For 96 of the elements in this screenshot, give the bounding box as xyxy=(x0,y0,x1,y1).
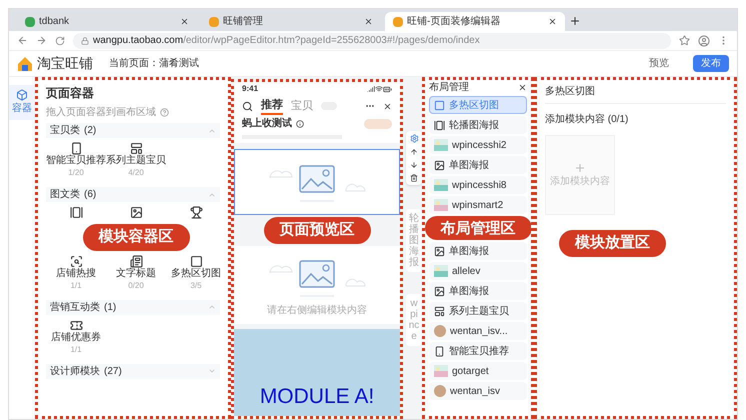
browser-tab[interactable]: 旺铺-页面装修编辑器 xyxy=(385,12,565,31)
panel-title: 页面容器 xyxy=(46,85,95,102)
logo-icon xyxy=(17,56,33,72)
panel-title: 多热区切图 xyxy=(545,80,726,104)
module-card[interactable] xyxy=(234,149,400,215)
status-time: 9:41 xyxy=(242,83,260,95)
layout-item[interactable]: wpinsmart2 xyxy=(429,196,527,214)
module-hint: 请在右侧编辑模块内容 xyxy=(267,304,367,318)
frame-icon xyxy=(130,142,142,155)
layout-item[interactable]: 智能宝贝推荐 xyxy=(429,342,527,360)
image-icon xyxy=(434,286,445,296)
avatar-icon xyxy=(434,385,446,397)
back-icon[interactable] xyxy=(17,35,28,46)
layout-item[interactable]: 单图海报 xyxy=(429,242,527,260)
close-icon[interactable] xyxy=(518,82,527,92)
slides-icon xyxy=(434,120,445,130)
layout-item[interactable]: wpincesshi8 xyxy=(429,176,527,194)
publish-button[interactable]: 发布 xyxy=(693,55,729,72)
phone-icon xyxy=(70,142,82,155)
layout-item[interactable]: wpincesshi2 xyxy=(429,136,527,154)
forward-icon[interactable] xyxy=(36,35,47,46)
layout-item[interactable]: wentan_isv xyxy=(429,382,527,400)
module-tile[interactable]: 智能宝贝推荐 1/20 xyxy=(46,140,106,182)
avatar-icon xyxy=(434,325,446,337)
tab-favicon-icon xyxy=(25,16,35,26)
layout-item[interactable]: 单图海报 xyxy=(429,156,527,174)
newspaper-icon xyxy=(130,254,142,268)
region-label: 布局管理区 xyxy=(425,216,531,240)
settings-icon[interactable] xyxy=(410,134,418,143)
layout-item[interactable]: 轮播图海报 xyxy=(429,116,527,134)
cube-icon xyxy=(16,89,28,101)
close-icon[interactable] xyxy=(548,17,557,26)
panel-title: 布局管理 xyxy=(429,80,470,94)
tab-favicon-icon xyxy=(209,16,219,26)
profile-icon[interactable] xyxy=(698,34,710,46)
module-tile[interactable]: 多热区切图 3/5 xyxy=(166,252,226,294)
module-card[interactable]: MODULE A! xyxy=(234,328,400,416)
category-header[interactable]: 图文类 (6) xyxy=(46,187,220,202)
region-label: 页面预览区 xyxy=(264,217,370,244)
panel-hint: 拖入页面容器到画布区域 xyxy=(46,106,156,120)
module-tile[interactable]: 文字标题 0/20 xyxy=(106,252,166,294)
module-side-label: wpince xyxy=(406,294,422,346)
shop-name: 蚂上收测试 xyxy=(242,116,292,131)
image-icon xyxy=(130,206,142,219)
trophy-icon xyxy=(190,206,202,219)
new-tab-icon[interactable] xyxy=(569,15,581,27)
region-label: 模块容器区 xyxy=(82,224,190,250)
tab-favicon-icon xyxy=(393,16,403,26)
signal-icon xyxy=(367,85,375,93)
info-icon xyxy=(296,120,304,128)
chevron-down-icon xyxy=(208,367,216,375)
help-icon[interactable] xyxy=(160,108,169,117)
image-icon xyxy=(434,160,445,170)
reload-icon[interactable] xyxy=(55,36,65,46)
square-icon xyxy=(190,254,202,268)
image-icon xyxy=(434,246,445,256)
layout-item[interactable]: allelev xyxy=(429,262,527,280)
rail-item[interactable]: 容器 xyxy=(9,85,35,120)
slides-icon xyxy=(70,206,82,219)
preview-button[interactable]: 预览 xyxy=(641,55,677,72)
delete-icon[interactable] xyxy=(410,174,418,182)
address-bar[interactable]: wangpu.taobao.com/editor/wpPageEditor.htm?pageId=255628003#!/pages/demo/index xyxy=(73,32,671,48)
category-header[interactable]: 宝贝类 (2) xyxy=(46,123,220,138)
layout-item[interactable]: gotarget xyxy=(429,362,527,380)
module-tile[interactable]: 系列主题宝贝 4/20 xyxy=(106,140,166,182)
search-icon[interactable] xyxy=(242,100,253,112)
close-icon[interactable] xyxy=(180,17,189,26)
ticket-icon xyxy=(70,318,82,332)
move-down-icon[interactable] xyxy=(410,161,418,169)
category-header[interactable]: 设计师模块 (27) xyxy=(46,364,220,378)
layout-item[interactable]: wentan_isv... xyxy=(429,322,527,340)
section-title: 添加模块内容 (0/1) xyxy=(545,112,630,127)
wifi-icon xyxy=(375,85,383,93)
plus-icon xyxy=(574,162,586,174)
module-tile[interactable]: 店铺热搜 1/1 xyxy=(46,252,106,294)
layout-item[interactable]: 单图海报 xyxy=(429,282,527,300)
phone-icon xyxy=(434,346,445,356)
search-icon xyxy=(70,254,82,268)
move-up-icon[interactable] xyxy=(410,148,418,156)
follow-pill xyxy=(364,118,392,128)
frame-icon xyxy=(434,306,445,316)
region-label: 模块放置区 xyxy=(559,230,666,256)
close-icon[interactable] xyxy=(364,17,373,26)
module-side-label: 轮播图海报 xyxy=(406,209,422,272)
square-icon xyxy=(434,100,445,110)
module-tile[interactable]: 店铺优惠券 1/1 xyxy=(46,316,106,358)
star-icon[interactable] xyxy=(679,35,690,46)
lock-icon xyxy=(81,36,89,44)
layout-item[interactable]: 系列主题宝贝 xyxy=(429,302,527,320)
phone-tab[interactable]: 推荐 xyxy=(261,96,283,116)
battery-icon xyxy=(383,84,392,94)
close-icon[interactable] xyxy=(383,102,392,110)
category-header[interactable]: 营销互动类 (1) xyxy=(46,300,220,314)
logo-text: 淘宝旺铺 xyxy=(37,54,93,73)
chevron-up-icon xyxy=(208,303,216,311)
current-page: 当前页面：蒲肴测试 xyxy=(109,56,200,71)
